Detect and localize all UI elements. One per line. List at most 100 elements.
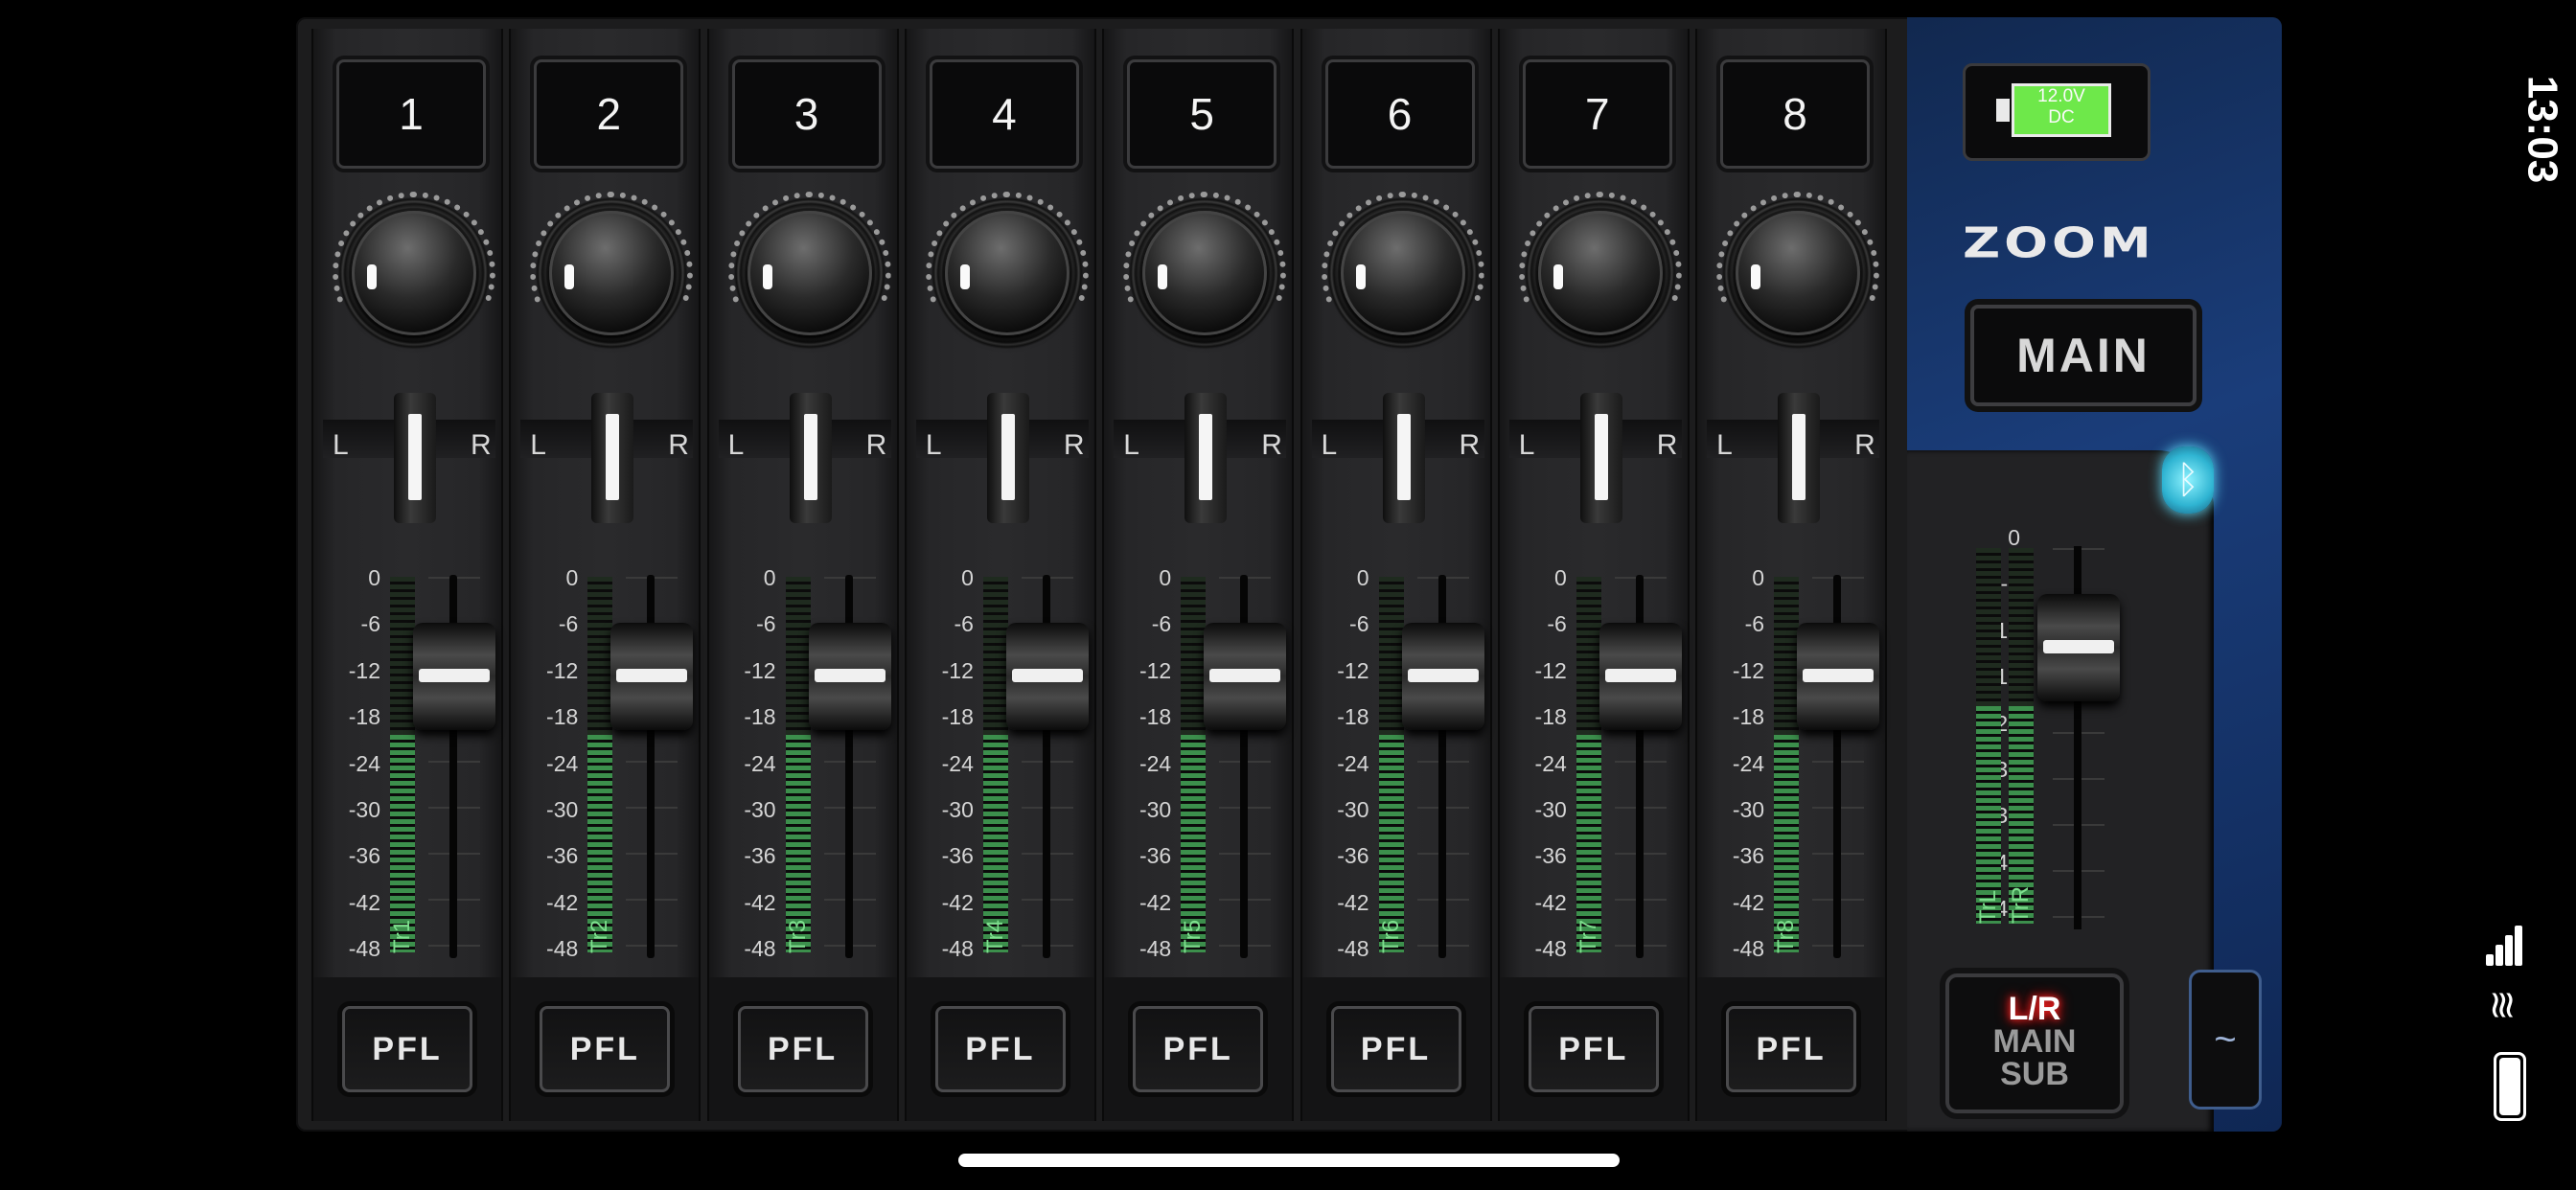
scale-label: -12 (1337, 657, 1369, 683)
scale-label: 0 (1752, 565, 1765, 590)
gain-knob[interactable] (1142, 211, 1268, 335)
pan-right-label: R (1261, 429, 1282, 461)
pan-right-label: R (1656, 429, 1678, 461)
gain-knob[interactable] (1340, 211, 1465, 335)
status-battery-icon (2494, 1052, 2526, 1121)
scale-label: -18 (1534, 704, 1567, 730)
scale-label: -30 (1534, 797, 1567, 822)
channel-fader[interactable] (1797, 623, 1880, 730)
pfl-button[interactable]: PFL (934, 1006, 1066, 1092)
drawer-toggle-button[interactable]: ~ (2189, 970, 2262, 1110)
scale-label: -36 (348, 843, 380, 869)
pan-left-label: L (925, 429, 942, 461)
gain-knob[interactable] (1736, 211, 1861, 335)
pfl-button[interactable]: PFL (1133, 1006, 1264, 1092)
track-label: Tr1 (389, 919, 415, 953)
pfl-area: PFL (906, 977, 1094, 1121)
master-fader[interactable] (2037, 594, 2120, 701)
channel-strip: 5 L R 0 -6 -12 -18 -24 -30 -36 -42 -48 Tr5 PFL (1102, 29, 1295, 1121)
scale-label: -48 (1138, 936, 1172, 962)
gain-knob[interactable] (352, 211, 476, 335)
pan-slider[interactable] (394, 393, 436, 523)
scale-label: -18 (1337, 704, 1369, 730)
channel-name-button[interactable]: 5 (1127, 59, 1277, 169)
channel-name-button[interactable]: 2 (534, 59, 684, 169)
scale-label: 0 (1356, 565, 1369, 590)
track-label: Tr3 (784, 919, 811, 953)
scale-label: -18 (1138, 704, 1172, 730)
channel-fader[interactable] (808, 623, 891, 730)
channel-fader[interactable] (610, 623, 694, 730)
home-indicator[interactable] (958, 1154, 1620, 1167)
bluetooth-icon[interactable]: ᛒ (2162, 446, 2214, 514)
scale-label: -12 (1138, 657, 1172, 683)
track-label: Tr8 (1773, 919, 1800, 953)
power-indicator: 12.0V DC (1963, 63, 2150, 161)
scale-label: -12 (744, 657, 776, 683)
scale-label: -30 (1732, 797, 1765, 822)
scale-label: -24 (1732, 750, 1765, 776)
pan-left-label: L (1321, 429, 1338, 461)
pan-slider[interactable] (1579, 393, 1622, 523)
gain-knob[interactable] (944, 211, 1070, 335)
pan-right-label: R (1854, 429, 1875, 461)
pfl-button[interactable]: PFL (540, 1006, 671, 1092)
pan-slider[interactable] (1382, 393, 1425, 523)
pfl-area: PFL (1499, 977, 1688, 1121)
gain-knob[interactable] (549, 211, 675, 335)
pan-slider[interactable] (986, 393, 1029, 523)
channel-strip: 8 L R 0 -6 -12 -18 -24 -30 -36 -42 -48 Tr8 PFL (1695, 29, 1888, 1121)
scale-label: -48 (744, 936, 776, 962)
main-button[interactable]: MAIN (1970, 305, 2196, 406)
gain-knob[interactable] (747, 211, 872, 335)
pan-slider[interactable] (591, 393, 634, 523)
channel-name-button[interactable]: 4 (929, 59, 1079, 169)
channel-name-button[interactable]: 7 (1522, 59, 1672, 169)
channel-fader[interactable] (413, 623, 495, 730)
scale-label: -36 (744, 843, 776, 869)
channel-fader[interactable] (1401, 623, 1484, 730)
output-select-button[interactable]: L/R MAIN SUB (1945, 973, 2124, 1113)
channel-strip: 6 L R 0 -6 -12 -18 -24 -30 -36 -42 -48 Tr6 PFL (1300, 29, 1492, 1121)
scale-label: -18 (941, 704, 974, 730)
scale-label: -6 (1744, 611, 1765, 637)
output-lr-label: L/R (2008, 991, 2061, 1027)
pan-slider[interactable] (789, 393, 832, 523)
pfl-button[interactable]: PFL (737, 1006, 868, 1092)
gain-knob[interactable] (1537, 211, 1663, 335)
scale-label: -24 (744, 750, 776, 776)
channel-name-button[interactable]: 8 (1720, 59, 1871, 169)
scale-label: -6 (954, 611, 974, 637)
track-label: Tr2 (586, 919, 613, 953)
scale-label: -36 (546, 843, 579, 869)
pan-left-label: L (1123, 429, 1139, 461)
channel-name-button[interactable]: 6 (1324, 59, 1475, 169)
master-track-label: TrL (1975, 889, 2001, 924)
channel-name-button[interactable]: 1 (336, 59, 486, 169)
scale-label: -6 (558, 611, 579, 637)
scale-label: -48 (348, 936, 380, 962)
channel-fader[interactable] (1204, 623, 1287, 730)
pan-right-label: R (471, 429, 492, 461)
channel-name-button[interactable]: 3 (731, 59, 882, 169)
scale-label: -42 (1732, 889, 1765, 915)
scale-label: -30 (941, 797, 974, 822)
pan-slider[interactable] (1778, 393, 1821, 523)
pfl-button[interactable]: PFL (1528, 1006, 1659, 1092)
pan-left-label: L (727, 429, 745, 461)
channel-fader[interactable] (1598, 623, 1682, 730)
pfl-area: PFL (1104, 977, 1293, 1121)
scale-label: -24 (546, 750, 579, 776)
pfl-button[interactable]: PFL (342, 1006, 472, 1092)
pan-slider[interactable] (1184, 393, 1228, 523)
pan-right-label: R (1459, 429, 1481, 461)
battery-cell: 12.0V DC (2012, 83, 2111, 137)
pfl-button[interactable]: PFL (1726, 1006, 1857, 1092)
scale-label: 0 (1554, 565, 1567, 590)
scale-label: -36 (1534, 843, 1567, 869)
wifi-icon: ≋ (2480, 989, 2523, 1021)
scale-label: -30 (1138, 797, 1172, 822)
channel-fader[interactable] (1005, 623, 1089, 730)
pfl-button[interactable]: PFL (1330, 1006, 1461, 1092)
scale-label: -30 (1337, 797, 1369, 822)
